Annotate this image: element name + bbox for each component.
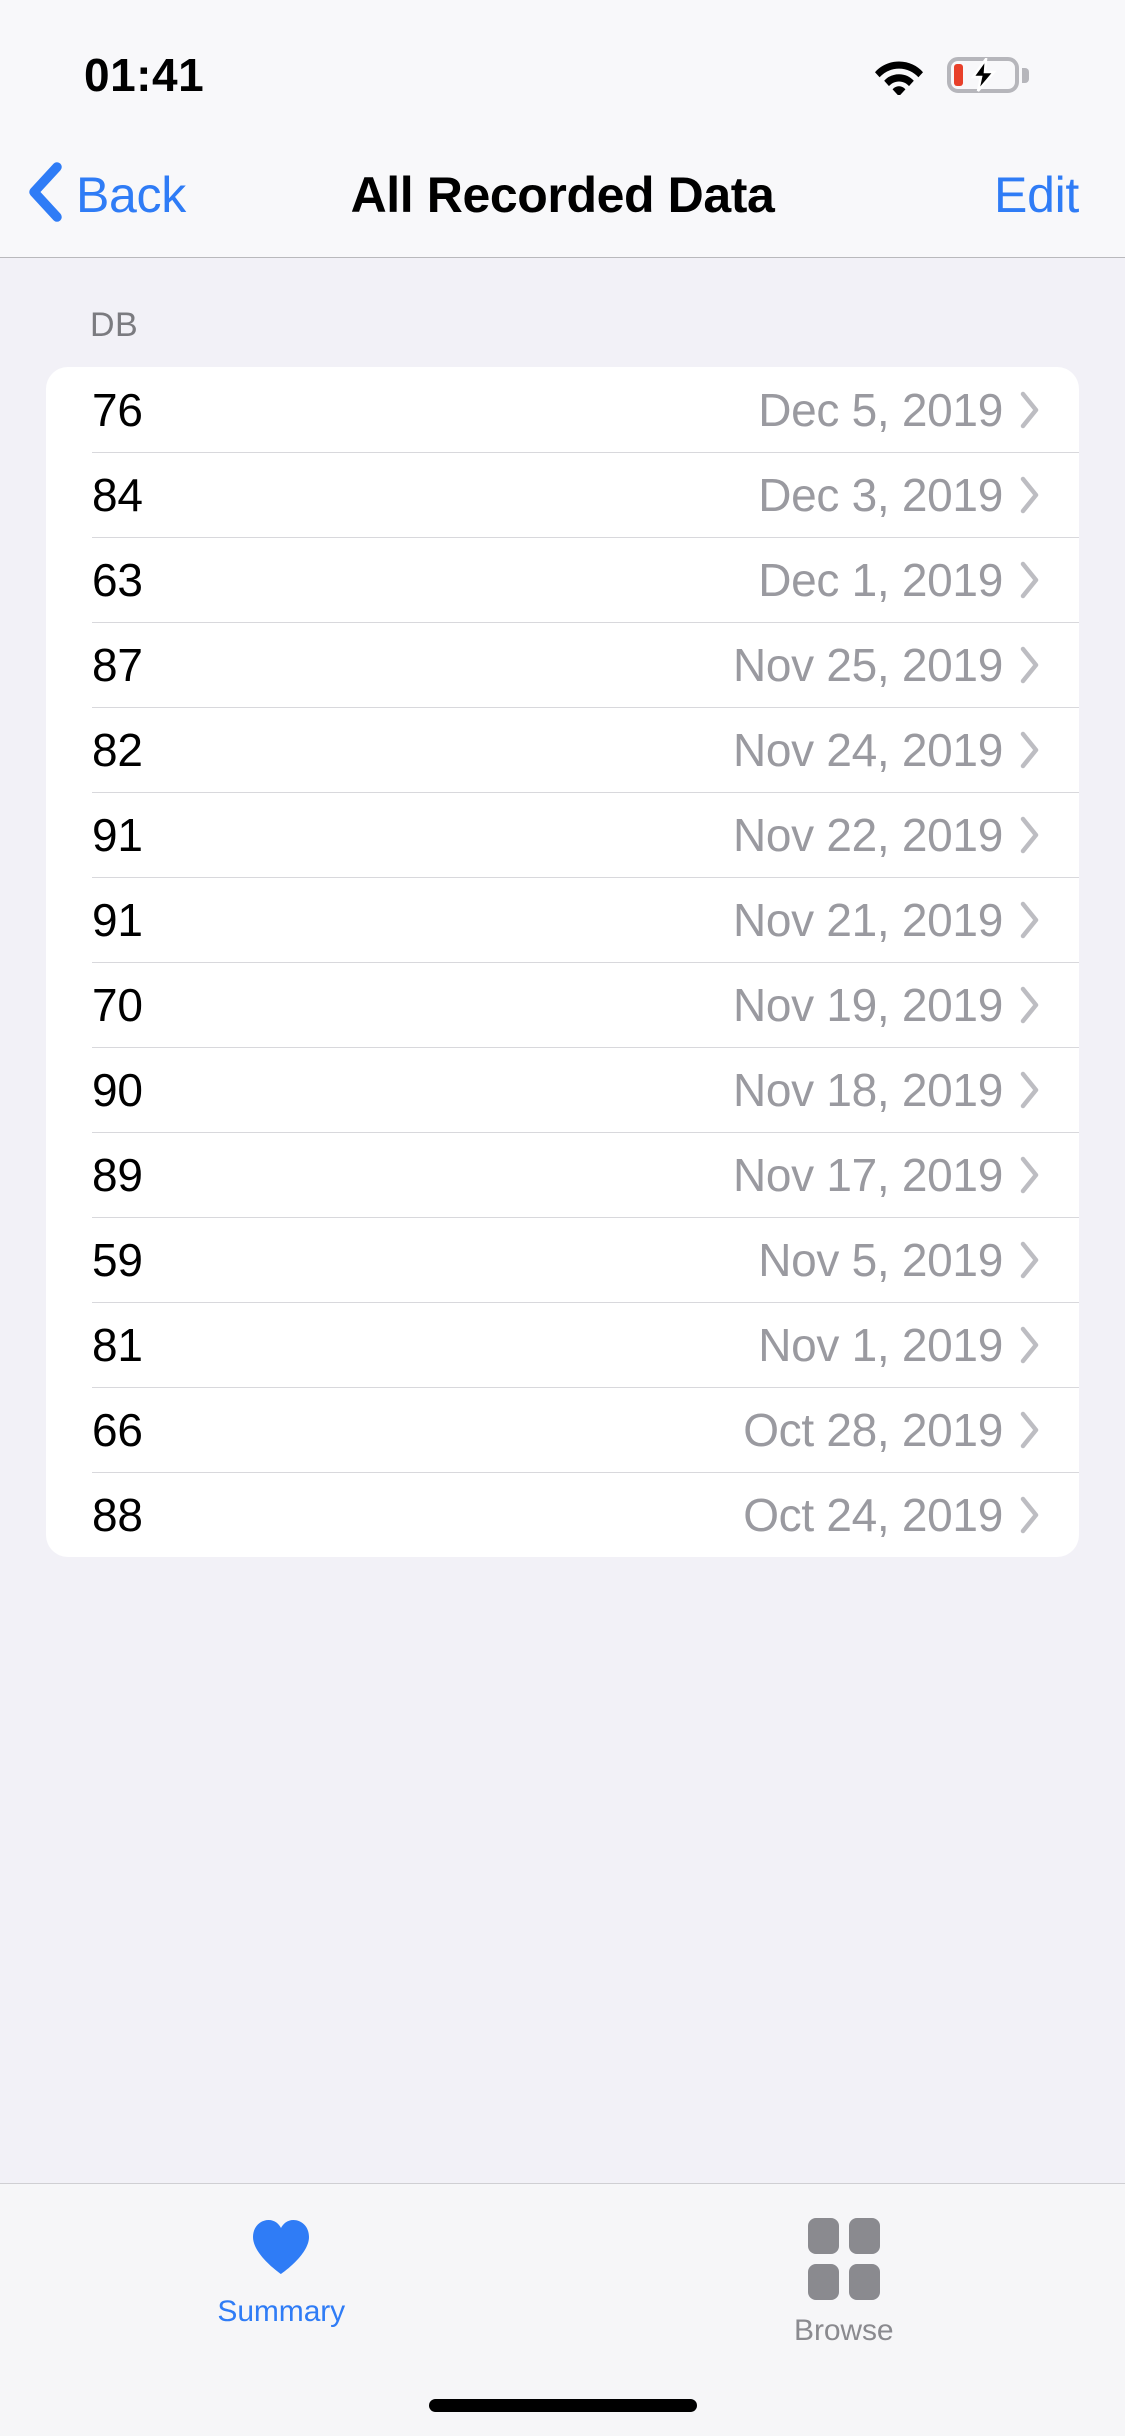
chevron-right-icon [1019,900,1041,940]
chevron-right-icon [1019,1325,1041,1365]
edit-button[interactable]: Edit [994,166,1079,224]
record-value: 81 [92,1318,143,1371]
navigation-bar: Back All Recorded Data Edit [0,132,1125,258]
status-bar: 01:41 [0,0,1125,132]
chevron-right-icon [1019,1410,1041,1450]
record-value: 82 [92,723,143,776]
chevron-right-icon [1019,390,1041,430]
table-row[interactable]: 66 Oct 28, 2019 [46,1387,1079,1472]
record-value: 66 [92,1403,143,1456]
record-meta: Nov 22, 2019 [733,808,1041,862]
record-value: 84 [92,468,143,521]
record-value: 89 [92,1148,143,1201]
record-date: Nov 19, 2019 [732,978,1003,1031]
record-value: 59 [92,1233,143,1286]
chevron-right-icon [1019,1240,1041,1280]
record-value: 63 [92,553,143,606]
record-date: Nov 18, 2019 [732,1063,1003,1116]
table-row[interactable]: 81 Nov 1, 2019 [46,1302,1079,1387]
data-list-scroll-area[interactable]: DB 76 Dec 5, 2019 84 Dec 3, 2019 63 Dec 1, 20… [0,258,1125,2183]
tab-bar: Summary Browse [0,2183,1125,2436]
grid-icon [807,2218,880,2300]
chevron-right-icon [1019,560,1041,600]
records-card: 76 Dec 5, 2019 84 Dec 3, 2019 63 Dec 1, 2019 8… [46,367,1079,1557]
record-meta: Nov 18, 2019 [733,1063,1041,1117]
chevron-right-icon [1019,1155,1041,1195]
record-date: Nov 5, 2019 [758,1233,1003,1286]
record-value: 90 [92,1063,143,1116]
status-bar-time: 01:41 [84,49,205,101]
record-date: Nov 1, 2019 [758,1318,1003,1371]
table-row[interactable]: 76 Dec 5, 2019 [46,367,1079,452]
chevron-right-icon [1019,730,1041,770]
tab-browse-label: Browse [794,2314,894,2347]
chevron-right-icon [1019,985,1041,1025]
record-meta: Oct 28, 2019 [743,1403,1041,1457]
record-date: Nov 22, 2019 [732,808,1003,861]
record-date: Nov 21, 2019 [732,893,1003,946]
section-header: DB [90,306,139,344]
home-indicator [428,2399,697,2412]
record-meta: Dec 1, 2019 [758,553,1041,607]
record-date: Dec 3, 2019 [758,468,1003,521]
table-row[interactable]: 91 Nov 22, 2019 [46,792,1079,877]
tab-summary-label: Summary [217,2295,346,2328]
chevron-right-icon [1019,1070,1041,1110]
record-meta: Nov 25, 2019 [733,638,1041,692]
record-value: 88 [92,1488,143,1541]
page-title: All Recorded Data [350,166,775,223]
record-meta: Nov 21, 2019 [733,893,1041,947]
record-date: Dec 5, 2019 [758,383,1003,436]
record-date: Dec 1, 2019 [758,553,1003,606]
record-value: 87 [92,638,143,691]
chevron-right-icon [1019,645,1041,685]
heart-icon [250,2218,312,2281]
record-meta: Nov 5, 2019 [758,1233,1041,1287]
record-meta: Oct 24, 2019 [743,1488,1041,1542]
table-row[interactable]: 90 Nov 18, 2019 [46,1047,1079,1132]
chevron-right-icon [1019,475,1041,515]
table-row[interactable]: 89 Nov 17, 2019 [46,1132,1079,1217]
table-row[interactable]: 70 Nov 19, 2019 [46,962,1079,1047]
record-date: Oct 24, 2019 [743,1488,1003,1541]
record-value: 91 [92,808,143,861]
record-meta: Nov 24, 2019 [733,723,1041,777]
table-row[interactable]: 88 Oct 24, 2019 [46,1472,1079,1557]
battery-charging-icon [947,57,1029,93]
record-value: 91 [92,893,143,946]
record-meta: Dec 5, 2019 [758,383,1041,437]
record-meta: Nov 19, 2019 [733,978,1041,1032]
record-meta: Dec 3, 2019 [758,468,1041,522]
record-meta: Nov 1, 2019 [758,1318,1041,1372]
chevron-right-icon [1019,1495,1041,1535]
record-date: Nov 25, 2019 [732,638,1003,691]
chevron-right-icon [1019,815,1041,855]
record-meta: Nov 17, 2019 [733,1148,1041,1202]
table-row[interactable]: 59 Nov 5, 2019 [46,1217,1079,1302]
table-row[interactable]: 91 Nov 21, 2019 [46,877,1079,962]
record-date: Nov 17, 2019 [732,1148,1003,1201]
table-row[interactable]: 84 Dec 3, 2019 [46,452,1079,537]
record-value: 70 [92,978,143,1031]
record-date: Nov 24, 2019 [732,723,1003,776]
table-row[interactable]: 63 Dec 1, 2019 [46,537,1079,622]
status-bar-indicators [873,55,1029,95]
record-value: 76 [92,383,143,436]
table-row[interactable]: 82 Nov 24, 2019 [46,707,1079,792]
record-date: Oct 28, 2019 [743,1403,1003,1456]
table-row[interactable]: 87 Nov 25, 2019 [46,622,1079,707]
wifi-icon [873,55,925,95]
